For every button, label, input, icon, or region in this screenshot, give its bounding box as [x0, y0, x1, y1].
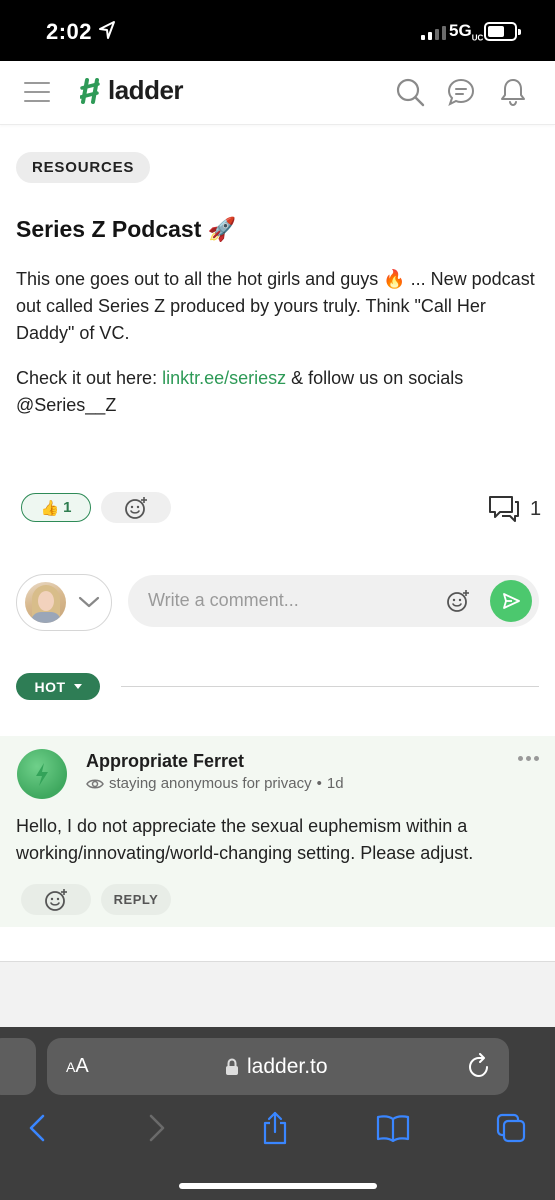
rocket-emoji: 🚀	[207, 216, 237, 242]
eye-icon	[86, 779, 104, 788]
bolt-icon	[36, 763, 48, 786]
text-size-button[interactable]: AA	[66, 1055, 89, 1078]
comment-reaction-button[interactable]	[21, 884, 91, 915]
status-bar: 2:02 5GUC	[0, 0, 555, 61]
chevron-down-icon	[78, 596, 100, 608]
back-icon	[29, 1114, 45, 1142]
tabs-button[interactable]	[494, 1111, 528, 1145]
url-text: ladder.to	[247, 1055, 328, 1078]
brand-name: ladder	[108, 75, 184, 105]
forward-icon	[149, 1114, 165, 1142]
post-body: This one goes out to all the hot girls a…	[16, 266, 536, 437]
sort-label: HOT	[34, 678, 66, 695]
separator: •	[316, 775, 322, 792]
battery-icon	[484, 22, 521, 41]
comments-counter[interactable]: 1	[488, 494, 541, 524]
add-emoji-icon	[45, 888, 67, 911]
post-title-text: Series Z Podcast	[16, 216, 202, 242]
share-button[interactable]	[258, 1111, 292, 1145]
messages-icon[interactable]	[446, 77, 476, 107]
page-footer-area	[0, 962, 555, 1032]
post-paragraph: This one goes out to all the hot girls a…	[16, 269, 535, 343]
previous-tab[interactable]	[0, 1038, 36, 1095]
menu-icon[interactable]	[24, 81, 50, 103]
bookmarks-button[interactable]	[376, 1111, 410, 1145]
comment-card: Appropriate Ferret staying anonymous for…	[0, 736, 555, 927]
avatar	[25, 582, 66, 623]
podcast-link[interactable]: linktr.ee/seriesz	[162, 368, 286, 388]
comment-text: Hello, I do not appreciate the sexual eu…	[16, 816, 474, 863]
back-button[interactable]	[20, 1111, 54, 1145]
add-emoji-icon[interactable]	[446, 589, 470, 613]
post-paragraph: Check it out here: linktr.ee/seriesz & f…	[16, 368, 464, 415]
reload-icon[interactable]	[467, 1053, 491, 1079]
browser-toolbar: AA ladder.to	[0, 1027, 555, 1200]
home-indicator	[179, 1183, 377, 1189]
comment-count: 1	[530, 497, 542, 520]
sort-dropdown[interactable]: HOT	[16, 673, 100, 700]
like-reaction-button[interactable]: 👍 1	[21, 493, 91, 522]
location-icon	[99, 21, 115, 39]
comments-icon	[489, 496, 519, 522]
forward-button[interactable]	[140, 1111, 174, 1145]
send-button[interactable]	[490, 580, 532, 622]
search-icon[interactable]	[395, 77, 425, 107]
app-header: ladder	[0, 61, 555, 125]
identity-selector[interactable]	[16, 574, 112, 631]
tabs-icon	[496, 1113, 526, 1143]
like-count: 1	[63, 499, 72, 516]
comment-placeholder: Write a comment...	[148, 590, 299, 610]
visibility-text: staying anonymous for privacy	[109, 775, 312, 792]
category-tag[interactable]: RESOURCES	[16, 152, 151, 183]
more-options-icon[interactable]	[518, 756, 539, 761]
comment-age: 1d	[326, 775, 344, 792]
divider	[121, 686, 539, 687]
lock-icon	[226, 1058, 238, 1075]
caret-down-icon	[73, 684, 82, 689]
send-icon	[503, 593, 520, 609]
ladder-logo-icon	[80, 77, 100, 104]
book-icon	[376, 1115, 410, 1142]
network-type: 5GUC	[449, 21, 484, 43]
address-bar[interactable]: AA ladder.to	[47, 1038, 509, 1095]
share-icon	[263, 1111, 287, 1145]
signal-icon	[421, 24, 446, 40]
thumbs-up-icon: 👍	[40, 499, 60, 517]
comment-author[interactable]: Appropriate Ferret	[86, 751, 244, 772]
add-emoji-icon	[125, 496, 147, 519]
ladder-logo[interactable]: ladder	[80, 75, 184, 106]
post-title: Series Z Podcast 🚀	[16, 216, 236, 243]
status-time: 2:02	[46, 19, 93, 44]
comment-input[interactable]: Write a comment...	[128, 575, 539, 627]
notifications-icon[interactable]	[498, 77, 528, 107]
reply-button[interactable]: REPLY	[101, 884, 171, 915]
url-display[interactable]: ladder.to	[225, 1055, 328, 1079]
anonymous-avatar	[17, 749, 67, 799]
comment-meta: staying anonymous for privacy • 1d	[86, 775, 344, 792]
add-reaction-button[interactable]	[101, 492, 171, 523]
